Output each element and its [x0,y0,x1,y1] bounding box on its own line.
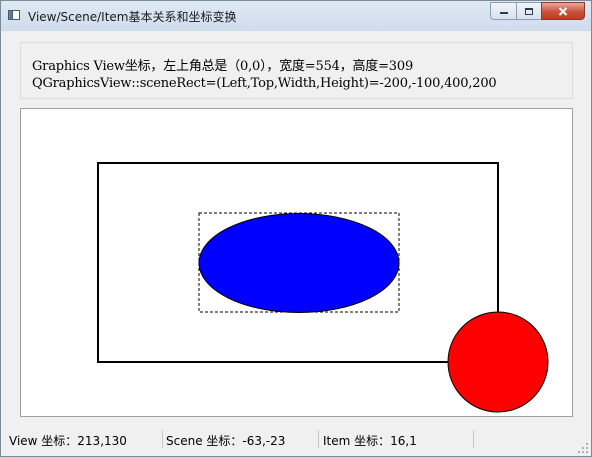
window-controls [490,2,585,20]
resize-grip-icon[interactable] [577,442,589,454]
scene-rect-label: QGraphicsView::sceneRect=(Left,Top,Width… [32,76,497,91]
status-divider [473,430,474,448]
maximize-button[interactable] [516,2,541,20]
status-scene-coord: Scene 坐标：-63,-23 [166,434,286,448]
title-bar[interactable]: View/Scene/Item基本关系和坐标变换 [1,1,591,31]
minimize-icon [499,12,508,14]
status-divider [162,430,163,448]
status-bar: View 坐标：213,130 Scene 坐标：-63,-23 Item 坐标… [1,428,591,456]
close-button[interactable] [541,2,585,20]
status-divider [318,430,319,448]
ellipse-item[interactable] [198,213,400,313]
view-info-label: Graphics View坐标，左上角总是（0,0），宽度=554，高度=309 [32,59,414,74]
graphics-canvas[interactable] [21,109,573,417]
window-title: View/Scene/Item基本关系和坐标变换 [28,10,237,24]
app-window-icon [8,10,20,20]
maximize-icon [525,7,533,15]
status-item-coord: Item 坐标：16,1 [323,434,417,448]
status-view-coord: View 坐标：213,130 [9,434,127,448]
graphics-view[interactable] [20,108,573,417]
close-icon [558,6,568,16]
circle-item[interactable] [447,311,549,413]
main-window: View/Scene/Item基本关系和坐标变换 Graphics View坐标… [0,0,592,457]
minimize-button[interactable] [490,2,516,20]
info-panel: Graphics View坐标，左上角总是（0,0），宽度=554，高度=309… [20,42,573,99]
